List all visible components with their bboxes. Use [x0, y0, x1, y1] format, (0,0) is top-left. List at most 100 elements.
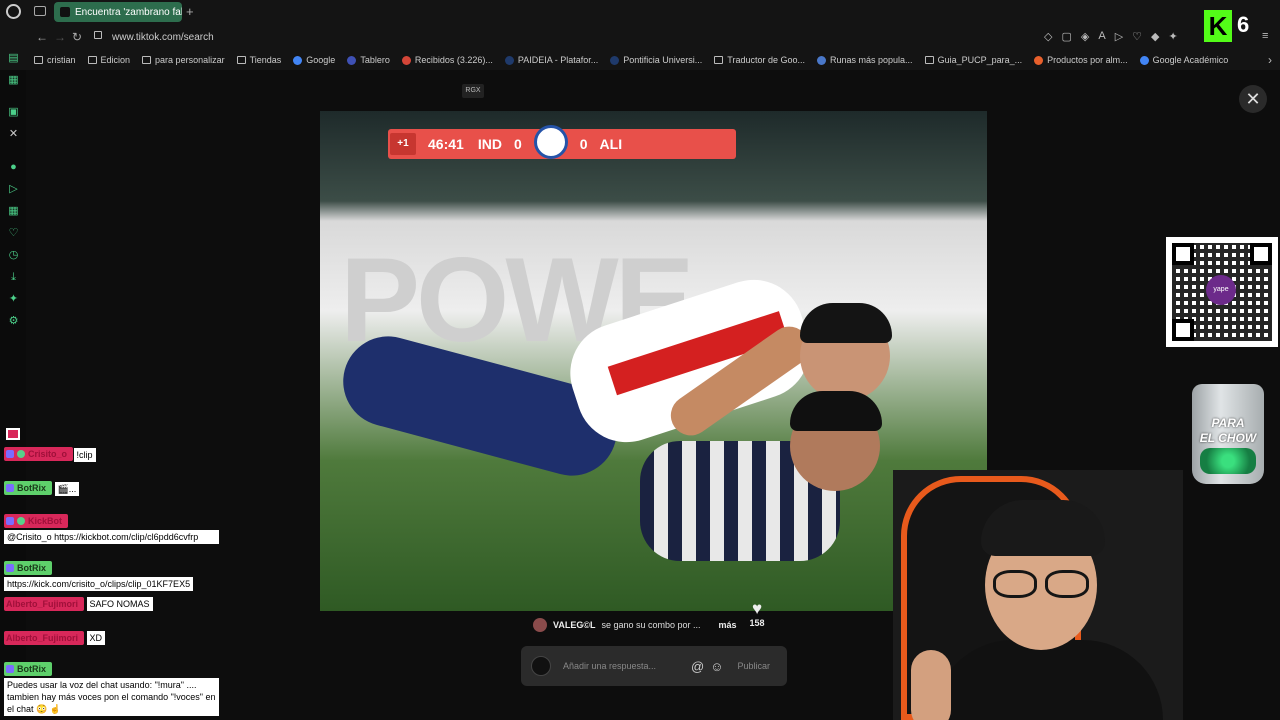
extension-icon[interactable]: ◆: [1151, 30, 1159, 43]
bookmark-item[interactable]: Recibidos (3.226)...: [401, 55, 493, 65]
bookmark-label: Traductor de Goo...: [727, 55, 806, 65]
screenshot-icon[interactable]: ▢: [1061, 30, 1071, 43]
heart-icon[interactable]: ♡: [1132, 30, 1142, 43]
away-score: 0: [579, 136, 588, 152]
shield-icon[interactable]: ◈: [1081, 30, 1089, 43]
more-link[interactable]: más: [719, 620, 737, 630]
extensions-icon[interactable]: ✦: [8, 294, 19, 305]
chat-user: BotRix: [17, 483, 46, 493]
scoreboard: +1 46:41 IND 0 0 ALI: [388, 125, 736, 159]
chat-message: KickBot @Crisito_o https://kickbot.com/c…: [4, 514, 219, 544]
emoji-icon[interactable]: ☺: [710, 659, 723, 674]
favorites-icon[interactable]: ♡: [8, 228, 19, 239]
video-player[interactable]: POWE +1 46:41 IND 0 0 ALI: [320, 111, 987, 611]
stream-chat: Crisito_o !clip BotRix 🎬... KickBot @Cri…: [0, 424, 224, 720]
pin-icon[interactable]: ◇: [1044, 30, 1052, 43]
folder-icon: [34, 56, 43, 64]
like-button[interactable]: ♥ 158: [747, 599, 767, 629]
x-icon[interactable]: ✕: [8, 129, 19, 140]
close-button[interactable]: ✕: [1239, 85, 1267, 113]
streamer-arm: [911, 650, 951, 720]
puzzle-icon[interactable]: ✦: [1169, 30, 1178, 43]
runas-icon: [817, 55, 827, 65]
bookmark-item[interactable]: Google: [293, 55, 335, 65]
play-icon[interactable]: ▷: [1115, 30, 1123, 43]
folder-icon: [236, 56, 246, 64]
chat-user: BotRix: [17, 664, 46, 674]
bookmark-item[interactable]: Google Académico: [1139, 55, 1228, 65]
player-head-1: [800, 303, 892, 401]
reply-input[interactable]: Añadir una respuesta...: [563, 661, 683, 671]
comment-user[interactable]: VALEG©L: [553, 620, 595, 630]
bookmark-item[interactable]: Productos por alm...: [1034, 55, 1128, 65]
bookmarks-more-icon[interactable]: ›: [1268, 53, 1272, 67]
bookmark-item[interactable]: PAIDEIA - Platafor...: [504, 55, 598, 65]
heart-icon: ♥: [751, 599, 763, 618]
chat-text: @Crisito_o https://kickbot.com/clip/cl6p…: [4, 530, 219, 544]
bookmark-label: Tablero: [360, 55, 390, 65]
bookmark-label: Runas más popula...: [830, 55, 913, 65]
chat-message: Alberto_Fujimori SAFO NOMAS: [4, 595, 153, 611]
chat-text: XD: [86, 631, 106, 645]
bookmark-label: Recibidos (3.226)...: [414, 55, 493, 65]
bookmark-label: Productos por alm...: [1047, 55, 1128, 65]
mention-icon[interactable]: @: [691, 659, 704, 674]
spotify-icon[interactable]: ●: [8, 162, 19, 173]
send-icon[interactable]: ▷: [8, 184, 19, 195]
bookmark-item[interactable]: Edicion: [87, 55, 130, 65]
productos-icon: [1034, 55, 1044, 65]
chat-text: 🎬...: [54, 482, 80, 496]
active-tab[interactable]: Encuentra 'zambrano falta: [54, 2, 182, 22]
twitch-icon[interactable]: ▣: [8, 107, 19, 118]
bookmark-item[interactable]: cristian: [34, 55, 76, 65]
opera-logo-icon[interactable]: [6, 4, 21, 19]
forward-button[interactable]: →: [54, 30, 66, 44]
bookmark-item[interactable]: Traductor de Goo...: [714, 55, 805, 65]
yape-logo: yape: [1206, 275, 1236, 305]
browser-tab-bar: Encuentra 'zambrano falta +: [0, 0, 1280, 24]
avatar[interactable]: [533, 618, 547, 632]
glasses: [993, 570, 1093, 600]
url-field[interactable]: www.tiktok.com/search: [112, 32, 214, 43]
bookmark-item[interactable]: Tablero: [347, 55, 390, 65]
publish-button[interactable]: Publicar: [737, 661, 770, 671]
away-team: ALI: [599, 136, 623, 152]
bookmark-item[interactable]: Guia_PUCP_para_...: [924, 55, 1022, 65]
chat-text: !clip: [73, 448, 96, 462]
bookmark-item[interactable]: Runas más popula...: [817, 55, 913, 65]
jar-label-line-2: EL CHOW: [1199, 431, 1257, 445]
tab-list-icon[interactable]: [34, 6, 46, 16]
match-time: 46:41: [428, 136, 464, 152]
kick-logo: K: [1204, 10, 1232, 42]
reply-box: Añadir una respuesta... @ ☺ Publicar: [521, 646, 787, 686]
chat-message: Crisito_o !clip: [4, 446, 96, 462]
paideia-icon: [504, 55, 514, 65]
streamer-hair: [981, 500, 1105, 556]
news-icon[interactable]: ▤: [8, 53, 19, 64]
home-score: 0: [513, 136, 522, 152]
avatar: [531, 656, 551, 676]
doc-icon: [924, 56, 934, 64]
history-icon[interactable]: ◷: [8, 250, 19, 261]
bookmark-item[interactable]: para personalizar: [142, 55, 225, 65]
kick-counter: 6: [1237, 12, 1250, 37]
translate-icon[interactable]: A: [1098, 30, 1105, 43]
apps-icon[interactable]: ▦: [8, 206, 19, 217]
calendar-icon[interactable]: ▦: [8, 75, 19, 86]
settings-icon[interactable]: ⚙: [8, 316, 19, 327]
download-icon[interactable]: ⤓: [8, 272, 19, 283]
new-tab-button[interactable]: +: [186, 4, 194, 19]
tablero-icon: [347, 55, 357, 65]
reload-button[interactable]: ↻: [72, 30, 82, 44]
back-button[interactable]: ←: [36, 30, 48, 44]
bookmark-item[interactable]: Pontificia Universi...: [610, 55, 702, 65]
chat-user: Crisito_o: [28, 449, 68, 459]
bookmark-label: para personalizar: [155, 55, 225, 65]
home-team: IND: [477, 136, 502, 152]
folder-icon: [142, 56, 152, 64]
chat-user: BotRix: [17, 563, 46, 573]
bookmark-label: Pontificia Universi...: [623, 55, 703, 65]
bookmark-item[interactable]: Tiendas: [236, 55, 281, 65]
scholar-icon: [1139, 55, 1149, 65]
menu-icon[interactable]: ≡: [1262, 30, 1268, 42]
